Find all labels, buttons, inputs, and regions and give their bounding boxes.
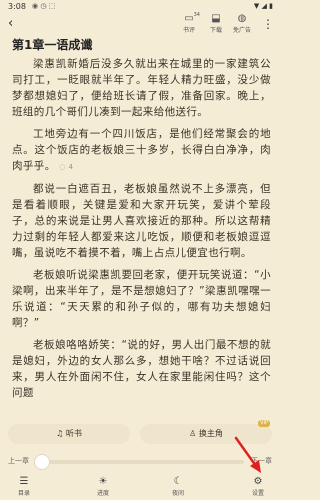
paragraph: 工地旁边有一个四川饭店，是他们经常聚会的地点。这个饭店的老板娘三十多岁，长得白白…: [12, 126, 271, 175]
comments-button[interactable]: ▭ 34 书评: [176, 12, 202, 34]
nav-catalog-label: 目录: [17, 490, 30, 497]
prev-chapter-button[interactable]: 上一章: [8, 456, 29, 466]
paragraph: 都说一白遮百丑，老板娘虽然说不上多漂亮，但是看着顺眼，关键是爱和大家开玩笑，爱讲…: [12, 183, 271, 259]
person-icon: ♙: [189, 429, 199, 438]
no-ads-label: 免广告: [232, 27, 251, 34]
status-right-icons: ▼ ◢ ▮: [253, 2, 273, 10]
nav-night-label: 夜间: [171, 490, 184, 497]
inline-comment-marker[interactable]: ◌ 4: [59, 159, 73, 175]
reader-toolbar: ‹ ▭ 34 书评 ⬓ 下载 ◍ 免广告 ⋮: [0, 12, 281, 38]
sun-icon: ☀: [98, 476, 108, 487]
nav-catalog[interactable]: ☰ 目录: [4, 476, 44, 497]
nav-settings-label: 设置: [251, 490, 264, 497]
paragraph: 老板娘听说梁惠凯要回老家，便开玩笑说道：“小梁啊，出来半年了，是不是想媳妇了？”…: [12, 269, 271, 329]
comment-count-badge: 34: [193, 12, 200, 18]
menu-icon: ☰: [19, 476, 29, 487]
status-left-icons: ◉ ◷ ⬚: [32, 2, 56, 10]
nav-settings[interactable]: ⚙ 设置: [238, 476, 278, 497]
no-ads-icon: ◍: [237, 13, 247, 24]
nav-progress-label: 进度: [96, 490, 109, 497]
progress-track[interactable]: [34, 460, 244, 464]
chapter-progress: 上一章 下一章: [0, 452, 281, 470]
paragraph-text: 工地旁边有一个四川饭店，是他们经常聚会的地点。这个饭店的老板娘三十多岁，长得白白…: [12, 128, 271, 172]
listen-button[interactable]: ♫ 听书: [8, 424, 130, 444]
download-button[interactable]: ⬓ 下载: [203, 13, 229, 35]
next-chapter-button[interactable]: 下一章: [251, 456, 272, 466]
back-icon[interactable]: ‹: [8, 17, 22, 31]
paragraph: 老板娘咯咯娇笑：“说的好，男人出门最不想的就是媳妇，外边的女人那么多，想她干啥？…: [12, 339, 271, 399]
nav-night[interactable]: ☾ 夜间: [158, 476, 198, 497]
vip-badge: VIP: [258, 420, 270, 427]
moon-icon: ☾: [173, 476, 183, 487]
switch-lead-button[interactable]: ♙ 换主角 VIP: [140, 420, 272, 444]
more-options-icon[interactable]: ⋮: [262, 17, 274, 31]
switch-lead-label: 换主角: [198, 429, 223, 438]
status-time: 3:08: [8, 2, 26, 11]
no-ads-button[interactable]: ◍ 免广告: [229, 13, 255, 35]
nav-progress[interactable]: ☀ 进度: [83, 476, 123, 497]
paragraph: 梁惠凯新婚后没多久就出来在城里的一家建筑公司打工，一眨眼就半年了。年轻人精力旺盛…: [12, 58, 271, 118]
action-bar: ♫ 听书 ♙ 换主角 VIP: [0, 420, 281, 446]
download-icon: ⬓: [211, 13, 221, 24]
gear-icon: ⚙: [253, 476, 263, 487]
chapter-title: 第1章一语成谶: [12, 38, 93, 52]
progress-slider-thumb[interactable]: [34, 454, 50, 470]
reading-content[interactable]: 梁惠凯新婚后没多久就出来在城里的一家建筑公司打工，一眨眼就半年了。年轻人精力旺盛…: [0, 56, 281, 426]
headphones-icon: ♫: [56, 429, 66, 438]
download-label: 下载: [209, 27, 222, 34]
bottom-nav: ☰ 目录 ☀ 进度 ☾ 夜间 ⚙ 设置: [0, 474, 281, 500]
comments-label: 书评: [182, 27, 195, 34]
listen-label: 听书: [65, 429, 82, 438]
status-bar: 3:08 ◉ ◷ ⬚ ▼ ◢ ▮: [0, 0, 281, 14]
